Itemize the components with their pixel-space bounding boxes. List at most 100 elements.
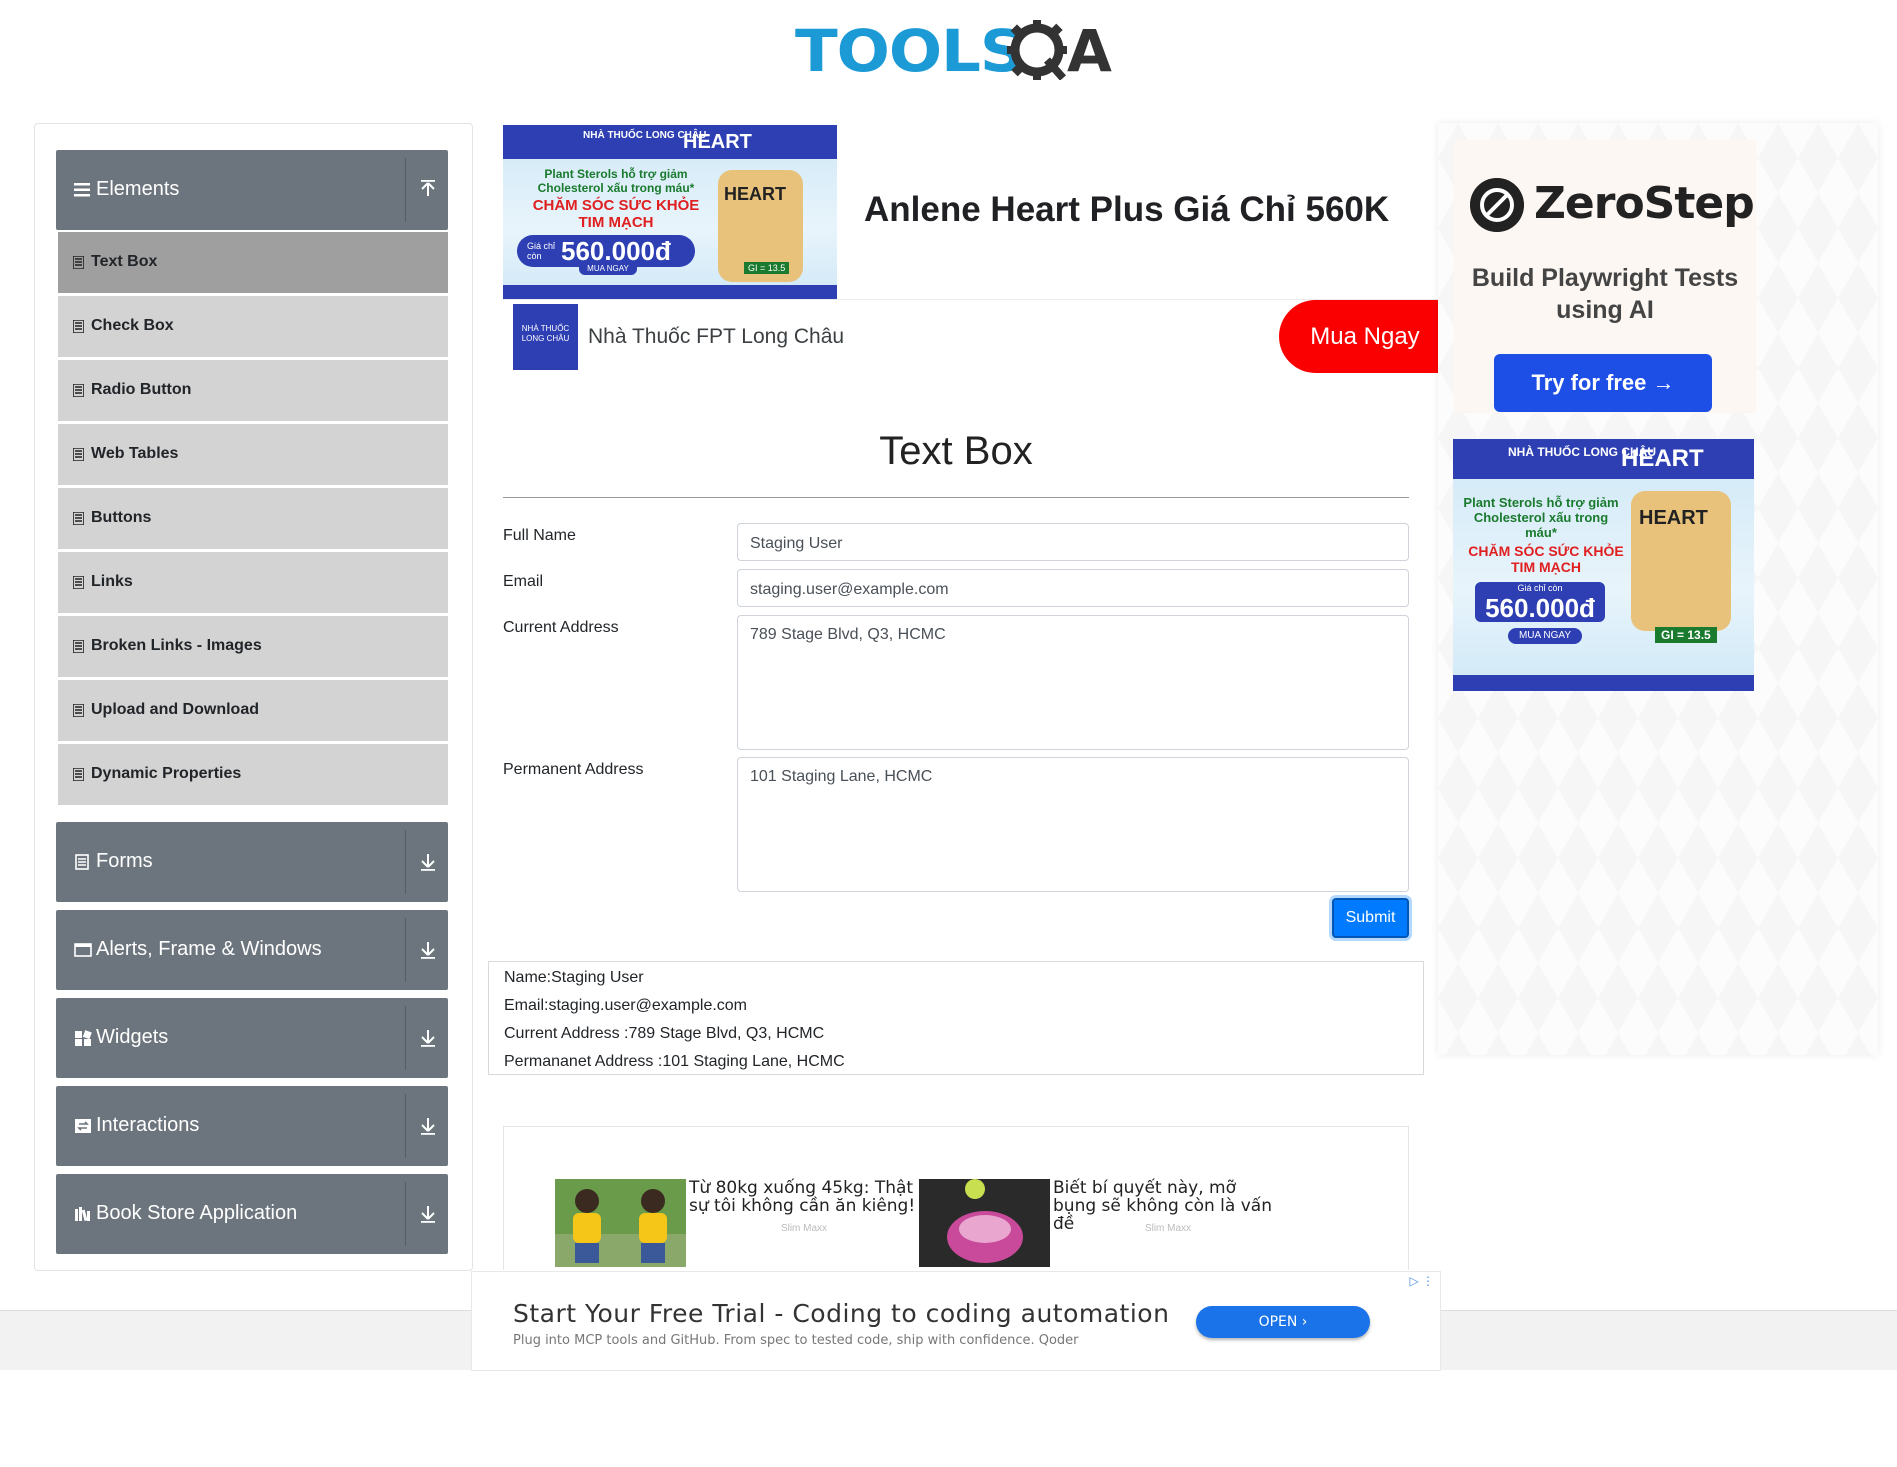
arrow-down-icon[interactable] bbox=[418, 1026, 438, 1048]
email-label: Email bbox=[503, 573, 544, 590]
ad-banner-price-label: Giá chỉ còn bbox=[527, 241, 556, 261]
arrow-down-icon[interactable] bbox=[418, 938, 438, 960]
menu-item-label: Check Box bbox=[91, 317, 174, 334]
page-title: Text Box bbox=[879, 429, 1033, 473]
group-divider bbox=[405, 158, 406, 222]
ad-banner-line2: CHĂM SÓC SỨC KHỎE TIM MẠCH bbox=[1468, 543, 1624, 575]
group-alerts-frame-windows[interactable]: Alerts, Frame & Windows bbox=[56, 910, 448, 990]
menu-item-icon bbox=[73, 768, 84, 781]
permanent-address-textarea[interactable]: 101 Staging Lane, HCMC bbox=[737, 757, 1409, 892]
ad-banner-price: Giá chỉ còn 560.000đ bbox=[1475, 582, 1605, 622]
menu-item-radio-button[interactable]: Radio Button bbox=[58, 360, 448, 421]
menu-item-broken-links[interactable]: Broken Links - Images bbox=[58, 616, 448, 677]
full-name-label: Full Name bbox=[503, 527, 576, 544]
ad-banner-buy: MUA NGAY bbox=[579, 262, 637, 275]
ad-banner-gi: GI = 13.5 bbox=[1655, 627, 1717, 643]
ad-banner-can-label: HEART bbox=[1639, 507, 1708, 529]
anchor-ad-title: Start Your Free Trial - Coding to coding… bbox=[513, 1299, 1170, 1328]
menu-item-label: Upload and Download bbox=[91, 701, 259, 718]
ad-banner-product: HEART bbox=[1621, 445, 1704, 472]
arrow-up-icon[interactable] bbox=[418, 178, 438, 200]
ad-top-advertiser-logo[interactable]: NHÀ THUỐC LONG CHÂU bbox=[513, 304, 578, 370]
menu-item-text-box[interactable]: Text Box bbox=[58, 232, 448, 293]
ad-banner-header: NHÀ THUỐC LONG CHÂU HEART bbox=[1453, 439, 1754, 479]
submit-button[interactable]: Submit bbox=[1332, 898, 1409, 938]
native-ad-thumbnail bbox=[919, 1179, 1050, 1267]
native-ad-source: Slim Maxx bbox=[1144, 1223, 1192, 1234]
right-banner-ad[interactable]: NHÀ THUỐC LONG CHÂU HEART Plant Sterols … bbox=[1453, 439, 1754, 691]
ad-banner-price-value: 560.000đ bbox=[561, 236, 671, 266]
ad-banner-line1: Plant Sterols hỗ trợ giảm Cholesterol xấ… bbox=[1463, 495, 1619, 540]
title-divider bbox=[503, 497, 1409, 498]
output-permanent-address: Permananet Address :101 Staging Lane, HC… bbox=[504, 1053, 845, 1070]
full-name-input[interactable]: Staging User bbox=[737, 523, 1409, 561]
arrow-down-icon[interactable] bbox=[418, 1202, 438, 1224]
anchor-ad-open-button[interactable]: OPEN › bbox=[1196, 1306, 1370, 1338]
ad-top-cta-button[interactable]: Mua Ngay bbox=[1279, 300, 1439, 373]
native-ad-title: Từ 80kg xuống 45kg: Thật sự tôi không cầ… bbox=[689, 1178, 916, 1216]
logo-text-a: A bbox=[1067, 17, 1112, 85]
menu-item-label: Web Tables bbox=[91, 445, 179, 462]
menu-item-links[interactable]: Links bbox=[58, 552, 448, 613]
output-name: Name:Staging User bbox=[504, 969, 644, 986]
widgets-icon bbox=[75, 1030, 92, 1046]
current-address-textarea[interactable]: 789 Stage Blvd, Q3, HCMC bbox=[737, 615, 1409, 750]
menu-item-web-tables[interactable]: Web Tables bbox=[58, 424, 448, 485]
menu-item-label: Links bbox=[91, 573, 133, 590]
ad-banner-line2: CHĂM SÓC SỨC KHỎE TIM MẠCH bbox=[532, 197, 700, 231]
arrow-down-icon[interactable] bbox=[418, 1114, 438, 1136]
zerostep-logo-icon bbox=[1470, 178, 1524, 232]
menu-item-icon bbox=[73, 512, 84, 525]
group-label: Forms bbox=[96, 850, 153, 872]
zerostep-try-button[interactable]: Try for free → bbox=[1494, 354, 1712, 412]
ad-top-separator bbox=[503, 299, 1438, 300]
ad-banner-line1: Plant Sterols hỗ trợ giảm Cholesterol xấ… bbox=[537, 167, 695, 195]
group-label: Widgets bbox=[96, 1026, 169, 1048]
ad-banner-price-value: 560.000đ bbox=[1485, 593, 1595, 623]
menu-item-icon bbox=[73, 576, 84, 589]
output-box: Name:Staging User Email:staging.user@exa… bbox=[488, 961, 1424, 1075]
arrow-down-icon[interactable] bbox=[418, 850, 438, 872]
menu-item-upload-download[interactable]: Upload and Download bbox=[58, 680, 448, 741]
menu-item-icon bbox=[73, 256, 84, 269]
adchoices-icon[interactable]: ▷ ⋮ bbox=[1409, 1274, 1434, 1288]
group-label: Elements bbox=[96, 178, 180, 200]
menu-item-label: Dynamic Properties bbox=[91, 765, 242, 782]
book-icon bbox=[75, 1207, 90, 1222]
gear-q-icon bbox=[1007, 20, 1067, 80]
anchor-ad[interactable]: Start Your Free Trial - Coding to coding… bbox=[471, 1271, 1441, 1371]
ad-top-advertiser[interactable]: Nhà Thuốc FPT Long Châu bbox=[588, 324, 844, 350]
menu-item-check-box[interactable]: Check Box bbox=[58, 296, 448, 357]
ad-banner-product-can: HEART GI = 13.5 bbox=[718, 170, 803, 282]
toolsqa-logo[interactable]: TOOLS A bbox=[795, 14, 1125, 92]
ad-banner-buy: MUA NGAY bbox=[1508, 628, 1582, 644]
group-elements[interactable]: Elements bbox=[56, 150, 448, 230]
menu-item-label: Broken Links - Images bbox=[91, 637, 262, 654]
menu-item-label: Buttons bbox=[91, 509, 152, 526]
group-label: Alerts, Frame & Windows bbox=[96, 938, 322, 960]
zerostep-tagline: Build Playwright Tests using AI bbox=[1471, 264, 1739, 324]
group-interactions[interactable]: Interactions bbox=[56, 1086, 448, 1166]
group-divider bbox=[405, 1094, 406, 1158]
menu-item-icon bbox=[73, 448, 84, 461]
menu-item-buttons[interactable]: Buttons bbox=[58, 488, 448, 549]
native-ad-block: Từ 80kg xuống 45kg: Thật sự tôi không cầ… bbox=[503, 1126, 1409, 1270]
ad-top-title[interactable]: Anlene Heart Plus Giá Chỉ 560K bbox=[864, 190, 1389, 230]
group-divider bbox=[405, 1006, 406, 1070]
menu-item-dynamic-properties[interactable]: Dynamic Properties bbox=[58, 744, 448, 805]
group-book-store[interactable]: Book Store Application bbox=[56, 1174, 448, 1254]
anchor-ad-subtitle: Plug into MCP tools and GitHub. From spe… bbox=[513, 1333, 1079, 1348]
menu-item-icon bbox=[73, 384, 84, 397]
zerostep-ad[interactable]: ZeroStep Build Playwright Tests using AI… bbox=[1454, 140, 1756, 413]
group-widgets[interactable]: Widgets bbox=[56, 998, 448, 1078]
ad-top-banner-image[interactable]: NHÀ THUỐC LONG CHÂU HEART Plant Sterols … bbox=[503, 125, 837, 299]
window-icon bbox=[74, 943, 92, 957]
current-address-label: Current Address bbox=[503, 619, 619, 636]
sidebar: Elements Text Box Check Box Radio Button… bbox=[34, 123, 473, 1271]
form-icon bbox=[75, 854, 89, 870]
email-input[interactable]: staging.user@example.com bbox=[737, 569, 1409, 607]
logo-text-tools: TOOLS bbox=[795, 17, 1025, 85]
interactions-icon bbox=[75, 1119, 91, 1133]
native-ad-thumbnail bbox=[555, 1179, 686, 1267]
group-forms[interactable]: Forms bbox=[56, 822, 448, 902]
